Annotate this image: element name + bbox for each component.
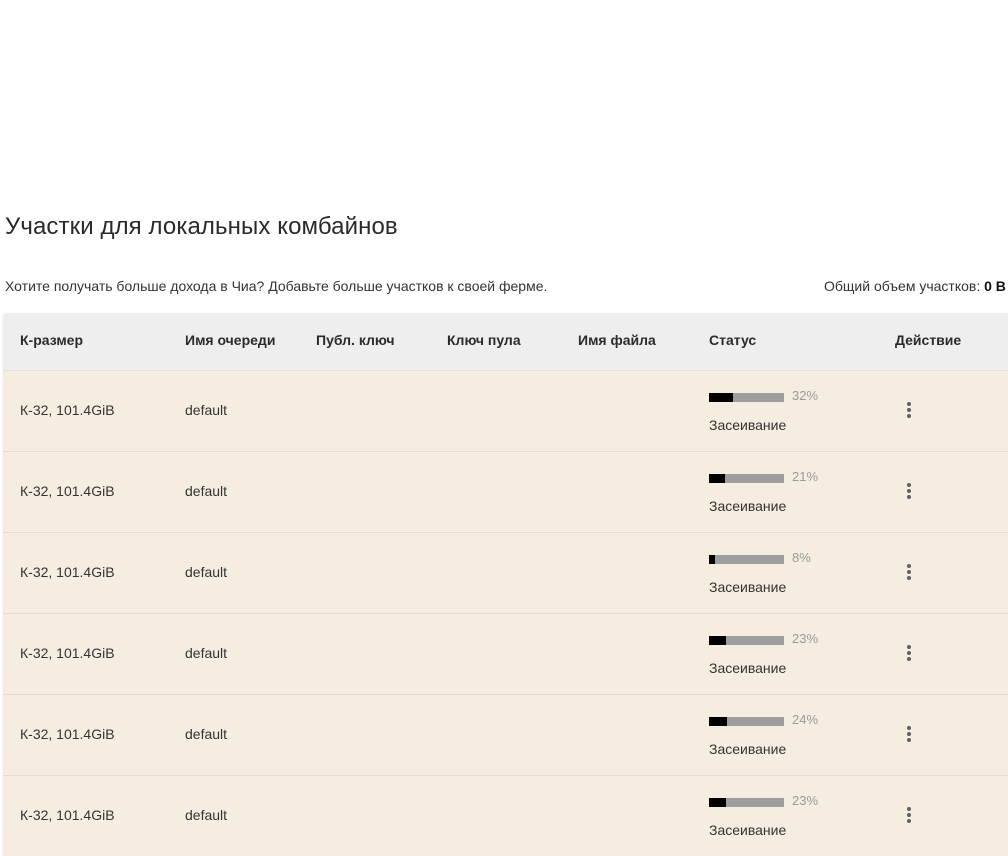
cell-action [894,557,924,587]
progress-fill [709,636,727,645]
header-queue: Имя очереди [185,332,276,348]
cell-status: 23% Засеивание [709,631,839,676]
header-ksize: К-размер [20,332,84,348]
header-action: Действие [895,332,962,348]
cell-action [894,395,924,425]
cell-queue: default [185,402,228,418]
row-actions-button[interactable] [894,800,924,830]
row-actions-button[interactable] [894,719,924,749]
progress-bar [709,636,784,645]
progress-bar [709,393,784,402]
cell-ksize: К-32, 101.4GiB [20,645,115,661]
table-row: К-32, 101.4GiB default 32% Засеивание [3,371,1008,452]
row-actions-button[interactable] [894,638,924,668]
header-filename: Имя файла [578,332,656,348]
more-vert-icon [907,402,911,418]
plots-table: К-размер Имя очереди Публ. ключ Ключ пул… [3,313,1008,856]
progress-fill [709,555,715,564]
status-label: Засеивание [709,417,787,433]
page: Участки для локальных комбайнов Хотите п… [0,0,1008,856]
progress-percent: 21% [792,469,819,484]
total-plot-size: Общий объем участков: 0 B [824,278,1006,294]
progress-fill [709,393,733,402]
cell-queue: default [185,807,228,823]
subheader: Хотите получать больше дохода в Чиа? Доб… [5,278,1008,296]
table-body: К-32, 101.4GiB default 32% Засеивание К-… [3,371,1008,856]
cell-ksize: К-32, 101.4GiB [20,726,115,742]
cell-status: 24% Засеивание [709,712,839,757]
cell-action [894,638,924,668]
cell-status: 8% Засеивание [709,550,839,595]
progress-line: 24% [709,712,839,728]
progress-line: 21% [709,469,839,485]
progress-fill [709,474,725,483]
total-plot-size-value: 0 B [984,278,1006,294]
cell-ksize: К-32, 101.4GiB [20,402,115,418]
cell-queue: default [185,645,228,661]
table-row: К-32, 101.4GiB default 21% Засеивание [3,452,1008,533]
cell-queue: default [185,483,228,499]
more-vert-icon [907,483,911,499]
cell-status: 32% Засеивание [709,388,839,433]
more-vert-icon [907,807,911,823]
section-title: Участки для локальных комбайнов [5,213,398,240]
cell-status: 21% Засеивание [709,469,839,514]
progress-bar [709,798,784,807]
row-actions-button[interactable] [894,557,924,587]
status-label: Засеивание [709,660,787,676]
cell-ksize: К-32, 101.4GiB [20,564,115,580]
more-vert-icon [907,645,911,661]
status-label: Засеивание [709,498,787,514]
progress-fill [709,798,727,807]
progress-percent: 8% [792,550,811,565]
progress-line: 23% [709,793,839,809]
progress-bar [709,474,784,483]
cell-action [894,800,924,830]
status-label: Засеивание [709,741,787,757]
header-status: Статус [709,332,757,348]
cell-queue: default [185,726,228,742]
cell-action [894,719,924,749]
table-row: К-32, 101.4GiB default 8% Засеивание [3,533,1008,614]
progress-fill [709,717,727,726]
header-public-key: Публ. ключ [316,332,395,348]
table-row: К-32, 101.4GiB default 23% Засеивание [3,776,1008,856]
progress-percent: 23% [792,793,819,808]
table-header: К-размер Имя очереди Публ. ключ Ключ пул… [3,313,1008,371]
cell-queue: default [185,564,228,580]
table-row: К-32, 101.4GiB default 24% Засеивание [3,695,1008,776]
header-pool-key: Ключ пула [447,332,521,348]
progress-percent: 23% [792,631,819,646]
promo-text: Хотите получать больше дохода в Чиа? Доб… [5,278,548,294]
row-actions-button[interactable] [894,476,924,506]
progress-line: 8% [709,550,839,566]
progress-bar [709,555,784,564]
status-label: Засеивание [709,822,787,838]
table-row: К-32, 101.4GiB default 23% Засеивание [3,614,1008,695]
cell-action [894,476,924,506]
progress-line: 23% [709,631,839,647]
status-label: Засеивание [709,579,787,595]
cell-ksize: К-32, 101.4GiB [20,483,115,499]
progress-percent: 32% [792,388,819,403]
cell-ksize: К-32, 101.4GiB [20,807,115,823]
progress-bar [709,717,784,726]
cell-status: 23% Засеивание [709,793,839,838]
more-vert-icon [907,564,911,580]
progress-percent: 24% [792,712,819,727]
row-actions-button[interactable] [894,395,924,425]
more-vert-icon [907,726,911,742]
total-plot-size-label: Общий объем участков: [824,278,985,294]
progress-line: 32% [709,388,839,404]
